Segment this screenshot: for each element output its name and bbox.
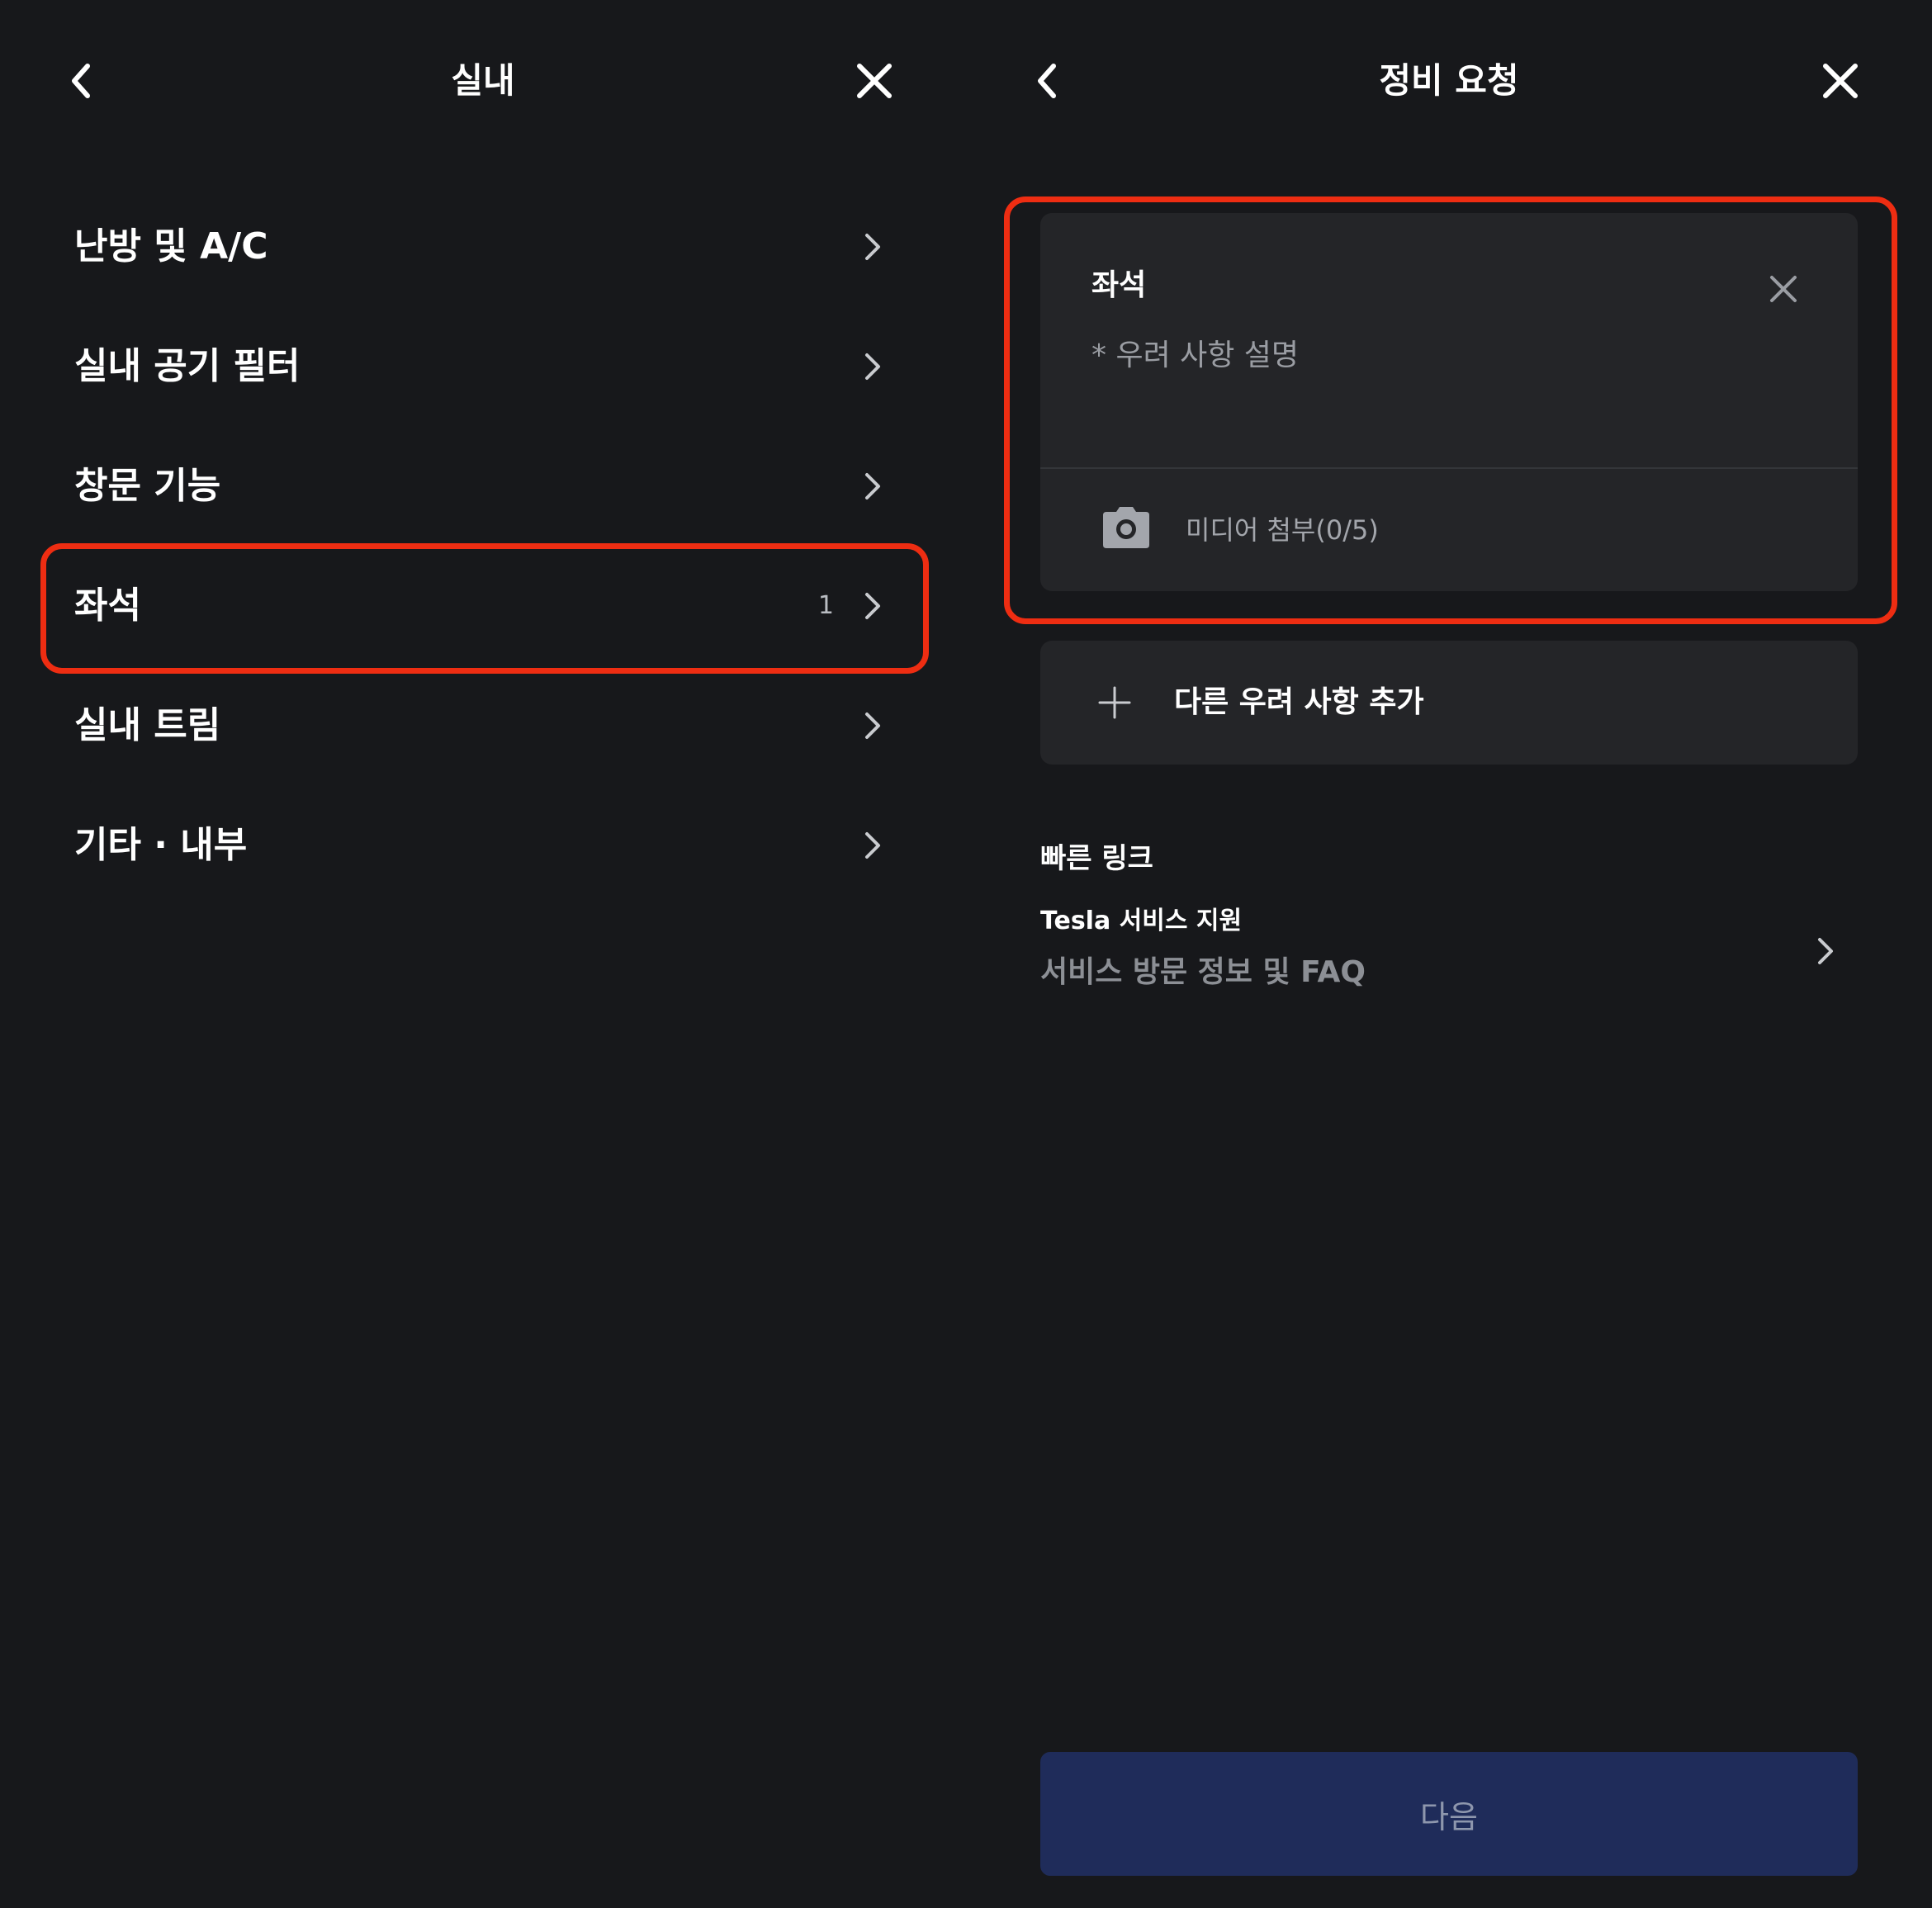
close-button[interactable] <box>851 58 897 104</box>
menu-item-label: 실내 공기 필터 <box>74 345 301 387</box>
close-icon <box>1823 64 1858 98</box>
menu-item-heating-ac[interactable]: 난방 및 A/C <box>41 189 925 305</box>
menu-item-label: 실내 트림 <box>74 704 221 746</box>
chevron-right-icon <box>865 713 880 739</box>
concern-description-input[interactable] <box>1091 339 1802 372</box>
chevron-right-icon <box>1818 938 1833 964</box>
quick-link-subtitle: 서비스 방문 정보 및 FAQ <box>1040 955 1366 989</box>
add-concern-button[interactable]: 다른 우려 사항 추가 <box>1040 641 1858 765</box>
item-count-badge: 1 <box>817 591 834 620</box>
chevron-right-icon <box>865 353 880 380</box>
concern-title: 좌석 <box>1091 268 1147 302</box>
page-title: 정비 요청 <box>1379 60 1519 101</box>
camera-icon <box>1103 507 1149 548</box>
quick-link-service-support[interactable]: Tesla 서비스 지원 서비스 방문 정보 및 FAQ <box>1040 900 1858 1007</box>
close-icon <box>857 64 892 98</box>
concern-card: 좌석 미디어 첨부(0/5) <box>1040 213 1858 591</box>
menu-item-interior-trim[interactable]: 실내 트림 <box>41 668 925 784</box>
chevron-right-icon <box>865 832 880 859</box>
add-concern-label: 다른 우려 사항 추가 <box>1174 685 1424 719</box>
menu-item-label: 기타 · 내부 <box>74 824 248 866</box>
menu-item-label: 좌석 <box>74 585 141 627</box>
media-attach-label: 미디어 첨부(0/5) <box>1186 514 1379 546</box>
menu-item-label: 창문 기능 <box>74 465 221 507</box>
menu-item-windows[interactable]: 창문 기능 <box>41 428 925 544</box>
menu-item-label: 난방 및 A/C <box>74 225 268 267</box>
attach-media-button[interactable]: 미디어 첨부(0/5) <box>1040 469 1858 591</box>
menu-item-cabin-air-filter[interactable]: 실내 공기 필터 <box>41 309 925 424</box>
interior-screen: 실내 난방 및 A/C 실내 공기 필터 창문 기능 좌석 1 실내 트림 기타… <box>0 0 966 1908</box>
close-button[interactable] <box>1817 58 1863 104</box>
menu-item-seats[interactable]: 좌석 1 <box>41 548 925 664</box>
close-icon <box>1770 276 1797 302</box>
menu-item-other-interior[interactable]: 기타 · 내부 <box>41 788 925 903</box>
quick-link-title: Tesla 서비스 지원 <box>1040 907 1243 935</box>
chevron-right-icon <box>865 473 880 499</box>
remove-concern-button[interactable] <box>1767 272 1800 305</box>
chevron-right-icon <box>865 593 880 619</box>
chevron-right-icon <box>865 234 880 260</box>
next-button[interactable]: 다음 <box>1040 1752 1858 1876</box>
plus-icon <box>1098 686 1131 719</box>
page-title: 실내 <box>451 60 515 101</box>
quick-links-heading: 빠른 링크 <box>1040 842 1153 875</box>
